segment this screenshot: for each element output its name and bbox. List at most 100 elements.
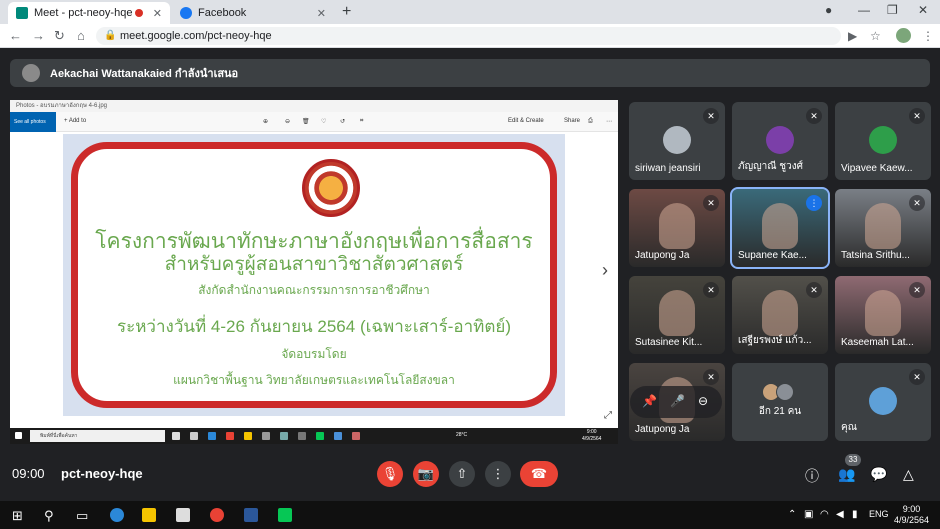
mic-muted-icon: ✕ [703, 195, 719, 211]
participant-tile[interactable]: ✕ เสฐียรพงษ์ แก้ว... [732, 276, 828, 354]
menu-dots-icon[interactable]: ⋮ [922, 29, 934, 43]
remote-app-icon [262, 432, 270, 440]
tray-chevron-icon[interactable]: ⌃ [788, 509, 796, 520]
participant-name: Jatupong Ja [635, 424, 690, 435]
add-to-label: Add to [68, 118, 87, 124]
edge-icon[interactable] [110, 508, 124, 522]
participant-tile[interactable]: ✕ คุณ [835, 363, 931, 441]
maximize-icon[interactable]: ❐ [887, 3, 898, 17]
participant-tile[interactable]: ✕ Sutasinee Kit... [629, 276, 725, 354]
remove-participant-icon[interactable]: ⊖ [698, 394, 708, 408]
system-clock[interactable]: 9:00 4/9/2564 [894, 504, 929, 526]
presenter-avatar [22, 64, 40, 82]
pin-icon[interactable]: 📌 [642, 394, 657, 408]
chrome-icon[interactable] [210, 508, 224, 522]
zoom-out-icon[interactable]: ⊖ [285, 118, 290, 125]
close-window-icon[interactable]: ✕ [918, 3, 928, 17]
participant-tile[interactable]: ⋮ Supanee Kae... [730, 187, 830, 269]
participant-name: Kaseemah Lat... [841, 337, 914, 348]
camera-off-button[interactable]: 📷 [413, 461, 439, 487]
participant-name: ภัญญาณี ชูวงศ์ [738, 161, 803, 172]
network-icon[interactable]: ▣ [804, 509, 813, 520]
more-icon[interactable]: ⋯ [606, 118, 612, 125]
participant-video [865, 203, 901, 249]
line-icon[interactable] [278, 508, 292, 522]
avatar [869, 387, 897, 415]
next-photo-icon[interactable]: › [602, 260, 608, 281]
more-options-button[interactable]: ⋮ [485, 461, 511, 487]
participant-name: Jatupong Ja [635, 250, 690, 261]
activities-icon[interactable]: △ [903, 466, 914, 483]
participant-video [659, 203, 695, 249]
battery-icon[interactable]: ▮ [852, 509, 858, 520]
favorite-icon[interactable]: ♡ [321, 118, 326, 125]
profile-avatar[interactable] [896, 28, 911, 43]
word-icon[interactable] [244, 508, 258, 522]
mic-muted-icon: ✕ [909, 369, 925, 385]
bookmark-star-icon[interactable]: ☆ [870, 29, 881, 43]
participant-tile[interactable]: ✕ Tatsina Srithu... [835, 189, 931, 267]
college-seal-icon [302, 159, 360, 217]
address-toolbar: ← → ↻ ⌂ 🔒 meet.google.com/pct-neoy-hqe ▶… [0, 24, 940, 48]
reload-icon[interactable]: ↻ [54, 28, 65, 44]
close-tab-icon[interactable]: ✕ [153, 7, 162, 20]
people-icon[interactable]: 👥 [838, 466, 855, 483]
windows-taskbar: ⊞ ⚲ ▭ ⌃ ▣ ◠ ◀ ▮ ENG 9:00 4/9/2564 [0, 501, 940, 529]
participant-tile[interactable]: ✕ siriwan jeansiri [629, 102, 725, 180]
mic-muted-icon: ✕ [806, 108, 822, 124]
meeting-details-icon[interactable]: ⓘ [805, 466, 819, 486]
search-icon[interactable]: ⚲ [44, 508, 54, 524]
tab-search-icon[interactable]: ● [825, 3, 832, 17]
participant-tile[interactable]: ✕ Kaseemah Lat... [835, 276, 931, 354]
remote-app-icon [172, 432, 180, 440]
file-explorer-icon[interactable] [142, 508, 156, 522]
delete-icon[interactable]: 🗑 [302, 118, 310, 125]
system-date: 4/9/2564 [894, 515, 930, 525]
volume-icon[interactable]: ◀ [836, 509, 844, 520]
close-tab-icon[interactable]: ✕ [317, 7, 326, 20]
back-icon[interactable]: ← [9, 28, 22, 43]
mic-off-button[interactable]: 🎙 [377, 461, 403, 487]
add-to-button[interactable]: + Add to [64, 118, 86, 124]
minimize-icon[interactable]: — [858, 3, 870, 17]
crop-icon[interactable]: ⌗ [360, 118, 363, 125]
tab-meet[interactable]: Meet - pct-neoy-hqe ✕ [8, 2, 170, 24]
participant-tile[interactable]: ✕ Jatupong Ja [629, 189, 725, 267]
wifi-icon[interactable]: ◠ [820, 509, 829, 520]
remote-edge-icon [208, 432, 216, 440]
slide-image: โครงการพัฒนาทักษะภาษาอังกฤษเพื่อการสื่อส… [63, 134, 565, 416]
participant-name: เสฐียรพงษ์ แก้ว... [738, 335, 812, 346]
print-icon[interactable]: ⎙ [588, 118, 593, 125]
forward-icon[interactable]: → [32, 28, 45, 43]
camera-icon[interactable]: ▶ [848, 29, 857, 43]
tab-facebook[interactable]: Facebook ✕ [172, 2, 334, 24]
mic-muted-icon: ✕ [806, 282, 822, 298]
url-input[interactable]: 🔒 meet.google.com/pct-neoy-hqe [96, 27, 841, 45]
share-button[interactable]: Share [564, 118, 580, 124]
remote-app-icon [352, 432, 360, 440]
store-icon[interactable] [176, 508, 190, 522]
participant-tile[interactable]: ✕ ภัญญาณี ชูวงศ์ [732, 102, 828, 180]
participant-tile[interactable]: อีก 21 คน [732, 363, 828, 441]
windows-start-icon[interactable]: ⊞ [12, 508, 23, 524]
task-view-icon[interactable]: ▭ [76, 508, 88, 524]
zoom-in-icon[interactable]: ⊕ [263, 118, 268, 125]
home-icon[interactable]: ⌂ [77, 28, 85, 43]
mic-muted-icon: ✕ [909, 108, 925, 124]
edit-create-button[interactable]: Edit & Create [508, 118, 544, 124]
leave-call-button[interactable]: ☎ [520, 461, 558, 487]
see-all-photos-button[interactable]: See all photos [10, 112, 56, 132]
avatar [776, 383, 794, 401]
participant-tile[interactable]: ✕ Vipavee Kaew... [835, 102, 931, 180]
fullscreen-icon[interactable]: ⤢ [604, 410, 612, 421]
language-indicator[interactable]: ENG [869, 509, 889, 519]
meet-icon [16, 7, 28, 19]
chat-icon[interactable]: 💬 [870, 466, 887, 483]
new-tab-icon[interactable]: + [342, 3, 351, 21]
rotate-icon[interactable]: ↺ [340, 118, 345, 125]
meeting-code: pct-neoy-hqe [61, 466, 143, 481]
mute-participant-icon[interactable]: 🎤 [670, 394, 685, 408]
participant-name: siriwan jeansiri [635, 163, 701, 174]
present-now-button[interactable]: ⇧ [449, 461, 475, 487]
remote-search-box: พิมพ์ที่นี่เพื่อค้นหา [30, 430, 165, 442]
